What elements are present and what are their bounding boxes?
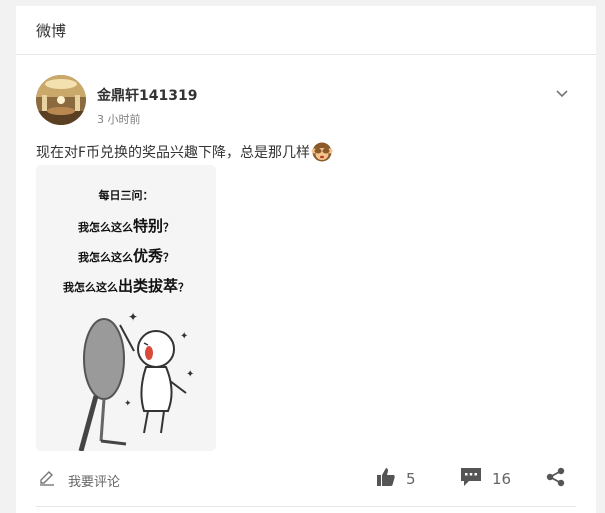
- like-button[interactable]: 5: [376, 467, 416, 491]
- share-icon: [546, 467, 566, 491]
- pencil-icon: [38, 469, 56, 491]
- divider: [36, 506, 576, 507]
- image-line-1: 每日三问：: [98, 189, 154, 202]
- comment-bubble-icon: [460, 467, 482, 491]
- svg-text:✦: ✦: [124, 399, 132, 409]
- post-image[interactable]: 每日三问： 我怎么这么特别？ 我怎么这么优秀？ 我怎么这么出类拔萃？ ✦ ✦ ✦…: [36, 165, 216, 451]
- page-header: 微博: [16, 6, 596, 55]
- mirror-cartoon: ✦ ✦ ✦ ✦: [78, 310, 194, 451]
- monkey-see-no-evil-icon: [311, 141, 333, 163]
- weibo-card: 微博 金鼎轩141319 3 小时前 现在对F币兑换的奖品兴趣下降，总是那几样: [16, 6, 596, 513]
- app-title: 微博: [36, 21, 67, 40]
- post-actions: 我要评论 5 16: [16, 459, 596, 501]
- svg-text:✦: ✦: [180, 331, 188, 342]
- avatar[interactable]: [36, 75, 86, 125]
- comment-placeholder: 我要评论: [68, 474, 121, 490]
- share-button[interactable]: [546, 467, 566, 491]
- post-text-row: 现在对F币兑换的奖品兴趣下降，总是那几样: [36, 141, 333, 163]
- post-text: 现在对F币兑换的奖品兴趣下降，总是那几样: [36, 145, 311, 161]
- comment-count: 16: [492, 470, 512, 488]
- chevron-down-icon[interactable]: [554, 85, 570, 101]
- comment-input[interactable]: 我要评论: [38, 469, 120, 491]
- comment-button[interactable]: 16: [460, 467, 511, 491]
- image-line-3: 我怎么这么优秀？: [77, 247, 174, 265]
- post-time: 3 小时前: [97, 113, 141, 126]
- image-line-4: 我怎么这么出类拔萃？: [62, 277, 189, 295]
- svg-text:✦: ✦: [186, 369, 194, 380]
- image-line-2: 我怎么这么特别？: [77, 217, 174, 235]
- like-count: 5: [406, 470, 416, 488]
- svg-text:✦: ✦: [128, 310, 138, 324]
- author-name[interactable]: 金鼎轩141319: [97, 85, 197, 105]
- thumb-up-icon: [376, 467, 396, 491]
